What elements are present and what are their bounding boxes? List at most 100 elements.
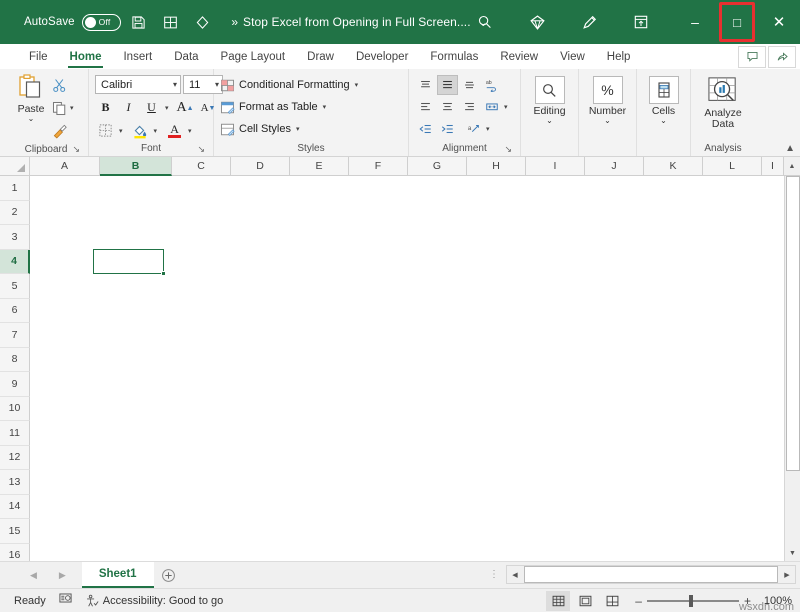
copilot-diamond-icon[interactable] [522, 7, 552, 37]
row-header-12[interactable]: 12 [0, 446, 30, 471]
paste-caret[interactable]: ⌄ [28, 115, 35, 122]
column-header-G[interactable]: G [408, 157, 467, 176]
accessibility-status[interactable]: Accessibility: Good to go [85, 594, 223, 608]
row-header-5[interactable]: 5 [0, 274, 30, 299]
tab-developer[interactable]: Developer [345, 44, 419, 69]
zoom-out-button[interactable]: – [635, 594, 642, 608]
scroll-left-button[interactable]: ◀ [507, 566, 523, 583]
sheet-options-dots[interactable]: ⋮ [489, 569, 500, 580]
previous-sheet-button[interactable]: ◀ [30, 570, 37, 581]
column-header-F[interactable]: F [349, 157, 408, 176]
paste-button[interactable]: Paste ⌄ [10, 72, 52, 122]
cell-canvas[interactable] [30, 176, 784, 561]
increase-indent-button[interactable] [437, 119, 458, 139]
record-macro-icon[interactable] [58, 591, 73, 610]
tab-help[interactable]: Help [596, 44, 642, 69]
conditional-formatting-caret[interactable]: ▾ [355, 81, 359, 89]
decrease-indent-button[interactable] [415, 119, 436, 139]
format-as-table-caret[interactable]: ▾ [323, 103, 327, 111]
format-painter-button[interactable] [52, 120, 74, 142]
row-header-3[interactable]: 3 [0, 225, 30, 250]
format-as-table-button[interactable]: Format as Table ▾ [220, 97, 358, 117]
column-header-H[interactable]: H [467, 157, 526, 176]
row-header-13[interactable]: 13 [0, 470, 30, 495]
tab-draw[interactable]: Draw [296, 44, 345, 69]
column-header-B[interactable]: B [100, 157, 172, 176]
analyze-data-button[interactable]: Analyze Data [700, 72, 746, 130]
fill-handle[interactable] [161, 271, 166, 276]
row-header-15[interactable]: 15 [0, 519, 30, 544]
fill-color-button[interactable] [130, 120, 151, 141]
font-dialog-launcher[interactable]: ↘ [197, 144, 205, 155]
align-right-button[interactable] [459, 97, 480, 117]
column-header-L[interactable]: L [703, 157, 762, 176]
zoom-track[interactable] [647, 600, 739, 602]
undo-icon[interactable] [189, 8, 217, 36]
underline-button[interactable]: U [141, 97, 162, 118]
alignment-dialog-launcher[interactable]: ↘ [504, 144, 512, 155]
cut-button[interactable] [52, 74, 74, 96]
row-header-4[interactable]: 4 [0, 250, 30, 275]
font-color-caret[interactable]: ▾ [188, 127, 192, 135]
copy-button[interactable]: ▾ [52, 97, 74, 119]
vertical-scroll-thumb[interactable] [786, 176, 800, 471]
bold-button[interactable]: B [95, 97, 116, 118]
page-break-preview-icon[interactable] [600, 591, 624, 611]
vertical-scrollbar[interactable]: ▼ [784, 176, 800, 561]
align-middle-button[interactable] [437, 75, 458, 95]
comment-icon[interactable] [738, 46, 766, 68]
row-header-16[interactable]: 16 [0, 544, 30, 562]
close-button[interactable]: ✕ [758, 0, 800, 44]
scroll-down-arrow[interactable]: ▼ [785, 545, 800, 561]
cell-styles-button[interactable]: Cell Styles ▾ [220, 119, 358, 139]
search-icon[interactable] [470, 7, 500, 37]
font-color-button[interactable]: A [164, 120, 185, 141]
wrap-text-button[interactable]: ab [481, 75, 502, 95]
fill-color-caret[interactable]: ▾ [154, 127, 158, 135]
pen-icon[interactable] [574, 7, 604, 37]
next-sheet-button[interactable]: ▶ [59, 570, 66, 581]
font-name-combo[interactable]: Calibri ▾ [95, 75, 181, 94]
column-header-M-partial[interactable]: I [762, 157, 784, 176]
column-header-E[interactable]: E [290, 157, 349, 176]
merge-and-center-button[interactable] [481, 97, 502, 117]
borders-button[interactable] [95, 120, 116, 141]
select-all-corner[interactable] [0, 157, 30, 176]
cells-button[interactable]: Cells ⌄ [641, 72, 687, 124]
normal-view-icon[interactable] [546, 591, 570, 611]
tab-file[interactable]: File [18, 44, 59, 69]
zoom-slider[interactable]: – + [635, 594, 751, 608]
column-header-K[interactable]: K [644, 157, 703, 176]
ribbon-display-options-icon[interactable] [626, 7, 656, 37]
row-header-10[interactable]: 10 [0, 397, 30, 422]
number-button[interactable]: % Number ⌄ [585, 72, 631, 124]
italic-button[interactable]: I [118, 97, 139, 118]
scroll-right-button[interactable]: ▶ [779, 566, 795, 583]
column-header-J[interactable]: J [585, 157, 644, 176]
tab-formulas[interactable]: Formulas [419, 44, 489, 69]
conditional-formatting-button[interactable]: Conditional Formatting ▾ [220, 75, 358, 95]
tab-review[interactable]: Review [489, 44, 549, 69]
align-bottom-button[interactable] [459, 75, 480, 95]
column-header-A[interactable]: A [30, 157, 100, 176]
increase-font-size-button[interactable]: A▲ [175, 97, 196, 118]
row-header-8[interactable]: 8 [0, 348, 30, 373]
number-caret[interactable]: ⌄ [604, 117, 611, 124]
column-header-D[interactable]: D [231, 157, 290, 176]
tab-home[interactable]: Home [59, 44, 113, 69]
orientation-button[interactable]: a [463, 119, 484, 139]
editing-caret[interactable]: ⌄ [546, 117, 553, 124]
minimize-button[interactable]: – [674, 0, 716, 44]
vertical-scroll-track[interactable] [785, 176, 800, 545]
horizontal-scrollbar[interactable]: ◀ ▶ [506, 565, 796, 584]
collapse-ribbon-button[interactable]: ▲ [785, 143, 795, 154]
zoom-knob[interactable] [689, 595, 693, 607]
row-header-14[interactable]: 14 [0, 495, 30, 520]
merge-caret[interactable]: ▾ [504, 103, 508, 111]
cells-caret[interactable]: ⌄ [660, 117, 667, 124]
row-header-1[interactable]: 1 [0, 176, 30, 201]
page-layout-view-icon[interactable] [573, 591, 597, 611]
orientation-caret[interactable]: ▾ [486, 125, 490, 133]
autosave-toggle[interactable]: Off [82, 14, 121, 31]
editing-button[interactable]: Editing ⌄ [527, 72, 573, 124]
